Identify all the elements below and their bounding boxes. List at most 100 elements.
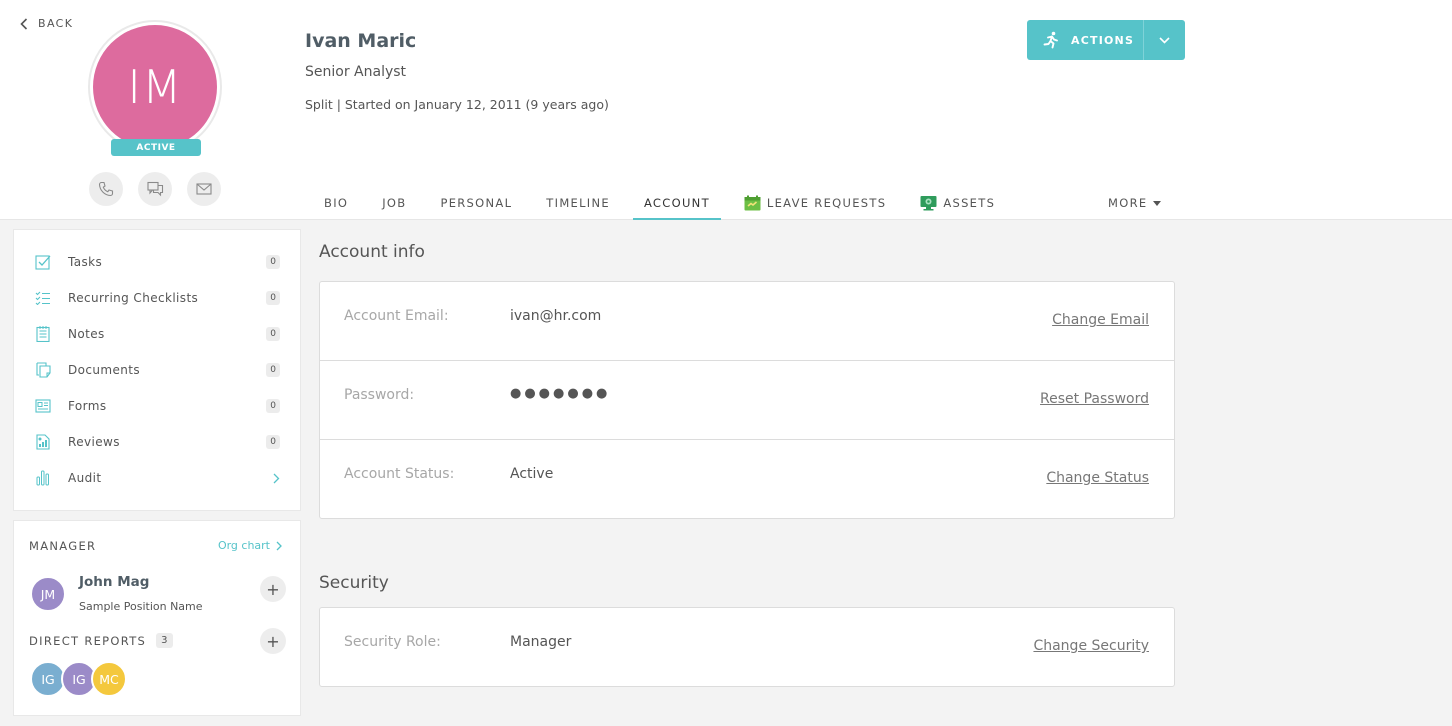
chevron-down-icon xyxy=(1159,36,1170,44)
employee-meta: Split | Started on January 12, 2011 (9 y… xyxy=(305,97,609,112)
count-badge: 0 xyxy=(266,291,280,305)
add-direct-report-button[interactable]: + xyxy=(260,628,286,654)
back-button[interactable]: BACK xyxy=(20,17,73,30)
tab-label: PERSONAL xyxy=(440,196,513,210)
email-button[interactable] xyxy=(187,172,221,206)
audit-icon xyxy=(34,470,52,486)
count-badge: 0 xyxy=(266,255,280,269)
avatar-ring: IM xyxy=(88,20,222,154)
running-person-icon xyxy=(1043,31,1058,49)
tab-job[interactable]: JOB xyxy=(371,186,417,220)
tab-label: BIO xyxy=(324,196,349,210)
chevron-right-icon xyxy=(276,541,282,550)
account-info-heading: Account info xyxy=(319,242,425,262)
sidebar-item-tasks[interactable]: Tasks 0 xyxy=(34,252,280,272)
account-email-value: ivan@hr.com xyxy=(510,308,602,324)
calendar-icon xyxy=(744,195,761,211)
account-status-row: Account Status: Active Change Status xyxy=(320,440,1174,519)
phone-icon xyxy=(98,181,114,197)
count-badge: 0 xyxy=(266,327,280,341)
tab-assets[interactable]: ASSETS xyxy=(909,186,1006,220)
security-heading: Security xyxy=(319,573,389,593)
reset-password-link[interactable]: Reset Password xyxy=(1040,391,1149,407)
sidebar-item-label: Documents xyxy=(68,363,141,377)
sidebar-item-label: Recurring Checklists xyxy=(68,291,199,305)
count-badge: 3 xyxy=(156,633,173,648)
sidebar-item-audit[interactable]: Audit xyxy=(34,468,280,488)
chevron-left-icon xyxy=(20,17,28,30)
plus-icon: + xyxy=(266,631,280,651)
manager-position: Sample Position Name xyxy=(79,600,203,613)
checklist-icon xyxy=(34,291,52,305)
field-label: Account Status: xyxy=(344,466,455,482)
tab-timeline[interactable]: TIMELINE xyxy=(535,186,621,220)
sidebar-links: Tasks 0 Recurring Checklists 0 Notes 0 D… xyxy=(13,229,301,511)
tab-leave-requests[interactable]: LEAVE REQUESTS xyxy=(733,186,897,220)
sidebar-item-recurring-checklists[interactable]: Recurring Checklists 0 xyxy=(34,288,280,308)
employee-name: Ivan Maric xyxy=(305,30,417,52)
manager-heading: MANAGER xyxy=(29,539,97,553)
documents-icon xyxy=(34,362,52,378)
count-badge: 0 xyxy=(266,435,280,449)
sidebar-item-label: Audit xyxy=(68,471,102,485)
back-label: BACK xyxy=(38,17,74,30)
org-chart-link[interactable]: Org chart xyxy=(218,539,282,552)
tab-label: ACCOUNT xyxy=(643,196,710,210)
message-button[interactable] xyxy=(138,172,172,206)
sidebar-item-label: Forms xyxy=(68,399,107,413)
change-email-link[interactable]: Change Email xyxy=(1052,312,1149,328)
plus-icon: + xyxy=(266,579,280,599)
account-email-row: Account Email: ivan@hr.com Change Email xyxy=(320,282,1174,361)
sidebar-item-label: Tasks xyxy=(68,255,103,269)
sidebar-item-documents[interactable]: Documents 0 xyxy=(34,360,280,380)
actions-split-button: ACTIONS xyxy=(1027,20,1185,60)
more-dropdown[interactable]: MORE xyxy=(1108,186,1162,220)
field-label: Security Role: xyxy=(344,634,441,650)
actions-button[interactable]: ACTIONS xyxy=(1027,20,1143,60)
manager-card: MANAGER Org chart JM John Mag Sample Pos… xyxy=(13,520,301,716)
tab-account[interactable]: ACCOUNT xyxy=(632,186,721,220)
direct-reports-heading: DIRECT REPORTS 3 xyxy=(29,633,173,648)
reviews-icon xyxy=(34,434,52,450)
manager-avatar[interactable]: JM xyxy=(30,576,66,612)
security-panel: Security Role: Manager Change Security xyxy=(319,607,1175,687)
chevron-right-icon xyxy=(273,469,280,488)
add-manager-button[interactable]: + xyxy=(260,576,286,602)
tab-label: ASSETS xyxy=(943,196,996,210)
count-badge: 0 xyxy=(266,399,280,413)
avatar: IM xyxy=(93,25,217,149)
more-label: MORE xyxy=(1108,196,1148,210)
actions-dropdown-toggle[interactable] xyxy=(1143,20,1185,60)
call-button[interactable] xyxy=(89,172,123,206)
tab-label: JOB xyxy=(382,196,407,210)
count-badge: 0 xyxy=(266,363,280,377)
mail-icon xyxy=(196,183,212,195)
sidebar-item-label: Notes xyxy=(68,327,105,341)
change-status-link[interactable]: Change Status xyxy=(1046,470,1149,486)
direct-report-avatar[interactable]: MC xyxy=(91,661,127,697)
manager-name[interactable]: John Mag xyxy=(79,574,149,590)
monitor-icon xyxy=(920,195,937,211)
checkbox-icon xyxy=(34,254,52,270)
field-label: Account Email: xyxy=(344,308,449,324)
employee-title: Senior Analyst xyxy=(305,64,407,80)
tab-personal[interactable]: PERSONAL xyxy=(429,186,523,220)
account-status-value: Active xyxy=(510,466,554,482)
security-role-value: Manager xyxy=(510,634,572,650)
account-info-panel: Account Email: ivan@hr.com Change Email … xyxy=(319,281,1175,519)
chat-icon xyxy=(146,181,163,197)
sidebar-item-reviews[interactable]: Reviews 0 xyxy=(34,432,280,452)
security-role-row: Security Role: Manager Change Security xyxy=(320,608,1174,687)
sidebar-item-forms[interactable]: Forms 0 xyxy=(34,396,280,416)
tab-bio[interactable]: BIO xyxy=(313,186,359,220)
status-badge: ACTIVE xyxy=(111,139,201,156)
profile-header: BACK IM ACTIVE Ivan Maric Senior Analyst… xyxy=(0,0,1452,220)
sidebar-item-notes[interactable]: Notes 0 xyxy=(34,324,280,344)
tab-label: LEAVE REQUESTS xyxy=(766,196,887,210)
change-security-link[interactable]: Change Security xyxy=(1033,638,1149,654)
sidebar-item-label: Reviews xyxy=(68,435,120,449)
forms-icon xyxy=(34,399,52,413)
tab-label: TIMELINE xyxy=(546,196,610,210)
password-value: ●●●●●●● xyxy=(510,386,611,401)
direct-reports-label: DIRECT REPORTS xyxy=(29,633,147,648)
